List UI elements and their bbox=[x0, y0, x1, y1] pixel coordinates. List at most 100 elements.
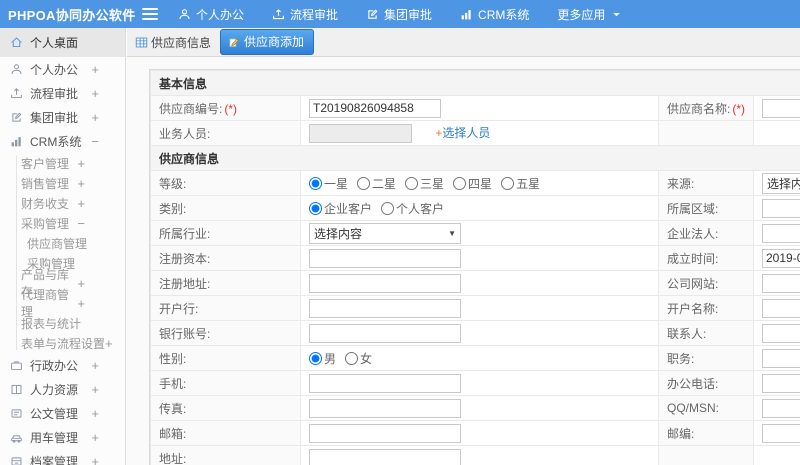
sidebar-item-label: 财务收支 bbox=[21, 196, 70, 211]
sidebar-item-human-resources[interactable]: 人力资源 + bbox=[0, 377, 125, 401]
website-input[interactable] bbox=[762, 273, 800, 293]
sidebar-item-finance[interactable]: 财务收支 + bbox=[0, 193, 125, 213]
fax-input[interactable] bbox=[309, 398, 461, 418]
contact-input[interactable] bbox=[762, 323, 800, 343]
tab-supplier-add[interactable]: 供应商添加 bbox=[220, 29, 315, 55]
sidebar-item-customer-management[interactable]: 客户管理 + bbox=[0, 153, 125, 173]
expand-toggle[interactable]: + bbox=[105, 336, 113, 351]
level-radio bbox=[309, 176, 322, 190]
expand-toggle[interactable]: + bbox=[91, 382, 99, 397]
select-person-link[interactable]: +选择人员 bbox=[435, 126, 490, 140]
industry-select[interactable]: 选择内容 ▼ bbox=[309, 222, 461, 244]
sidebar-item-official-documents[interactable]: 公文管理 + bbox=[0, 401, 125, 425]
legal-person-input[interactable] bbox=[762, 223, 800, 243]
expand-toggle[interactable]: + bbox=[91, 454, 99, 465]
supplier-code-input[interactable] bbox=[309, 98, 441, 118]
registered-address-label: 注册地址: bbox=[150, 270, 301, 296]
sidebar-item-crm-system[interactable]: CRM系统 − bbox=[0, 129, 125, 153]
sidebar-item-personal-desktop[interactable]: 个人桌面 bbox=[0, 28, 125, 57]
top-menu-workflow-approval[interactable]: 流程审批 bbox=[272, 6, 338, 23]
sidebar-item-purchase-management[interactable]: 采购管理 − bbox=[0, 213, 125, 233]
sidebar-item-label: 个人办公 bbox=[30, 62, 79, 77]
tab-label: 供应商信息 bbox=[151, 35, 212, 50]
mobile-input[interactable] bbox=[309, 373, 461, 393]
table-row: 业务人员: +选择人员 bbox=[150, 120, 800, 146]
expand-toggle[interactable]: + bbox=[77, 176, 85, 191]
top-menu-more-apps[interactable]: 更多应用 bbox=[557, 6, 623, 23]
table-row: 注册地址: 公司网站: bbox=[150, 270, 800, 296]
bank-input[interactable] bbox=[309, 298, 461, 318]
supplier-name-input[interactable] bbox=[762, 98, 800, 118]
top-menu-crm-system[interactable]: CRM系统 bbox=[460, 6, 529, 23]
sidebar-item-form-workflow-settings[interactable]: 表单与流程设置 + bbox=[0, 333, 125, 353]
supplier-add-form: 基本信息 供应商编号:(*) 供应商名称:(*) 业务人员: +选择人员 供应商… bbox=[149, 69, 800, 465]
bank-account-input[interactable] bbox=[309, 323, 461, 343]
sidebar-item-vehicle-management[interactable]: 用车管理 + bbox=[0, 425, 125, 449]
user-icon bbox=[178, 8, 191, 21]
expand-toggle[interactable]: + bbox=[77, 296, 85, 311]
table-row: 性别: 男女 职务: bbox=[150, 345, 800, 371]
tab-supplier-list[interactable]: 供应商信息 bbox=[135, 34, 211, 51]
table-row: 注册资本: 成立时间: bbox=[150, 245, 800, 271]
sidebar-item-personal-office[interactable]: 个人办公 + bbox=[0, 57, 125, 81]
expand-toggle[interactable]: + bbox=[91, 430, 99, 445]
account-name-input[interactable] bbox=[762, 298, 800, 318]
expand-toggle[interactable]: + bbox=[77, 276, 85, 291]
top-menu-group-approval[interactable]: 集团审批 bbox=[366, 6, 432, 23]
table-row: 银行账号: 联系人: bbox=[150, 320, 800, 346]
sidebar-item-label: 集团审批 bbox=[30, 110, 79, 125]
expand-toggle[interactable]: + bbox=[91, 406, 99, 421]
crm-submenu: 客户管理 + 销售管理 + 财务收支 + 采购管理 − 供应商管理 采购管理 产… bbox=[0, 153, 125, 353]
address-input[interactable] bbox=[309, 448, 461, 465]
registered-capital-label: 注册资本: bbox=[150, 245, 301, 271]
email-input[interactable] bbox=[309, 423, 461, 443]
expand-toggle[interactable]: + bbox=[77, 196, 85, 211]
office-phone-input[interactable] bbox=[762, 373, 800, 393]
expand-toggle[interactable]: + bbox=[77, 156, 85, 171]
registered-address-input[interactable] bbox=[309, 273, 461, 293]
source-select[interactable]: 选择内容▼ bbox=[762, 172, 800, 194]
top-menu: 个人办公 流程审批 集团审批 CRM系统 更多应用 bbox=[178, 6, 623, 23]
postcode-input[interactable] bbox=[762, 423, 800, 443]
region-input[interactable] bbox=[762, 198, 800, 218]
sidebar-item-label: 表单与流程设置 bbox=[21, 336, 106, 351]
level-label: 等级: bbox=[150, 170, 301, 196]
qq-msn-input[interactable] bbox=[762, 398, 800, 418]
sidebar-item-label: 个人桌面 bbox=[30, 36, 79, 50]
registered-capital-input[interactable] bbox=[309, 248, 461, 268]
office-phone-label: 办公电话: bbox=[658, 370, 754, 396]
expand-toggle[interactable]: + bbox=[91, 86, 99, 101]
region-label: 所属区域: bbox=[658, 195, 754, 221]
expand-toggle[interactable]: + bbox=[91, 110, 99, 125]
level-radio bbox=[405, 176, 419, 190]
required-marker: (*) bbox=[224, 101, 238, 116]
sidebar-item-workflow-approval[interactable]: 流程审批 + bbox=[0, 81, 125, 105]
sidebar-item-sales-management[interactable]: 销售管理 + bbox=[0, 173, 125, 193]
document-icon bbox=[10, 407, 23, 420]
supplier-code-label: 供应商编号: bbox=[159, 101, 223, 116]
sidebar-item-reports-statistics[interactable]: 报表与统计 bbox=[0, 313, 125, 333]
gender-label: 性别: bbox=[150, 345, 301, 371]
sidebar-item-label: 采购管理 bbox=[21, 216, 70, 231]
sidebar-item-administration[interactable]: 行政办公 + bbox=[0, 353, 125, 377]
account-name-label: 开户名称: bbox=[658, 295, 754, 321]
sidebar-item-label: 供应商管理 bbox=[27, 236, 88, 251]
user-icon bbox=[10, 63, 23, 76]
top-menu-personal-office[interactable]: 个人办公 bbox=[178, 6, 244, 23]
sidebar-item-group-approval[interactable]: 集团审批 + bbox=[0, 105, 125, 129]
sidebar-item-archive-management[interactable]: 档案管理 + bbox=[0, 449, 125, 465]
position-input[interactable] bbox=[762, 348, 800, 368]
sidebar: 个人桌面 个人办公 + 流程审批 + 集团审批 + CRM系统 − 客户管理 +… bbox=[0, 28, 126, 465]
collapse-toggle[interactable]: − bbox=[91, 134, 99, 149]
collapse-toggle[interactable]: − bbox=[77, 216, 85, 231]
email-label: 邮箱: bbox=[150, 420, 301, 446]
sidebar-item-supplier-management[interactable]: 供应商管理 bbox=[0, 233, 125, 253]
expand-toggle[interactable]: + bbox=[91, 62, 99, 77]
sidebar-item-agent-management[interactable]: 代理商管理 + bbox=[0, 288, 125, 319]
required-marker: (*) bbox=[732, 101, 746, 116]
hamburger-menu-icon[interactable] bbox=[142, 5, 158, 23]
founding-date-input[interactable] bbox=[762, 248, 800, 268]
chart-icon bbox=[460, 8, 473, 21]
expand-toggle[interactable]: + bbox=[91, 358, 99, 373]
business-person-input[interactable] bbox=[309, 123, 412, 143]
